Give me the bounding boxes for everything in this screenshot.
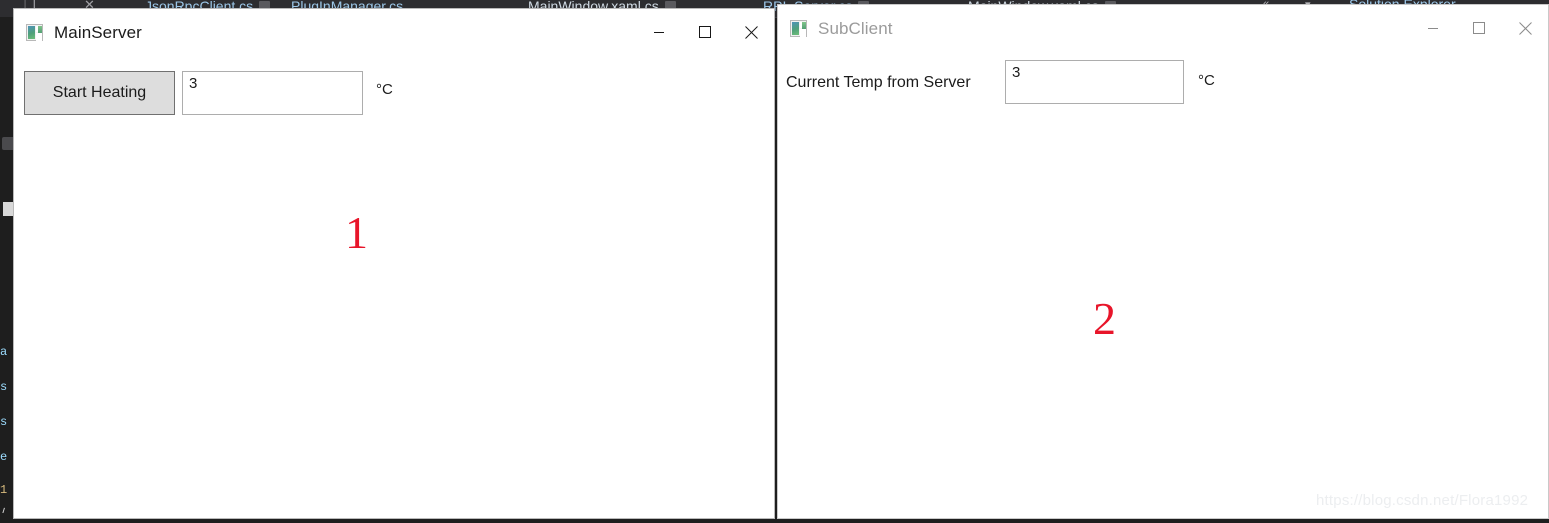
sub-client-titlebar[interactable]: SubClient xyxy=(778,5,1548,51)
code-fragment: e xyxy=(0,450,8,464)
minimize-icon xyxy=(654,32,664,33)
annotation-number-1: 1 xyxy=(345,207,368,258)
maximize-button[interactable] xyxy=(1456,5,1502,51)
main-server-caption-buttons xyxy=(636,9,774,55)
code-fragment: s xyxy=(0,415,8,429)
maximize-button[interactable] xyxy=(682,9,728,55)
close-icon xyxy=(744,25,758,39)
watermark-text: https://blog.csdn.net/Flora1992 xyxy=(1316,492,1529,509)
app-icon xyxy=(790,19,807,37)
sub-client-caption-buttons xyxy=(1410,5,1548,51)
sub-client-window[interactable]: SubClient Current Temp from Server 3 °C … xyxy=(777,4,1549,519)
temperature-unit-label: °C xyxy=(376,81,393,98)
app-icon xyxy=(26,23,43,41)
temperature-unit-label: °C xyxy=(1198,72,1215,89)
main-server-client-area: Start Heating 3 °C 1 xyxy=(14,55,774,518)
minimize-button[interactable] xyxy=(636,9,682,55)
main-server-title: MainServer xyxy=(54,22,142,42)
code-fragment: 1 xyxy=(0,483,8,497)
close-button[interactable] xyxy=(728,9,774,55)
minimize-button[interactable] xyxy=(1410,5,1456,51)
annotation-number-2: 2 xyxy=(1093,293,1116,344)
current-temp-label: Current Temp from Server xyxy=(786,74,971,91)
maximize-icon xyxy=(1473,22,1485,34)
close-icon xyxy=(1518,21,1532,35)
main-server-window[interactable]: MainServer Start Heating 3 °C 1 xyxy=(13,8,775,519)
start-heating-button[interactable]: Start Heating xyxy=(24,71,175,115)
main-server-titlebar[interactable]: MainServer xyxy=(14,9,774,55)
close-button[interactable] xyxy=(1502,5,1548,51)
minimize-icon xyxy=(1428,28,1438,29)
temperature-input[interactable]: 3 xyxy=(182,71,363,115)
code-fragment: s xyxy=(0,380,8,394)
maximize-icon xyxy=(699,26,711,38)
sub-client-client-area: Current Temp from Server 3 °C 2 https://… xyxy=(778,51,1548,518)
temperature-input[interactable]: 3 xyxy=(1005,60,1184,104)
code-fragment: a xyxy=(0,345,8,359)
sub-client-title: SubClient xyxy=(818,18,893,38)
